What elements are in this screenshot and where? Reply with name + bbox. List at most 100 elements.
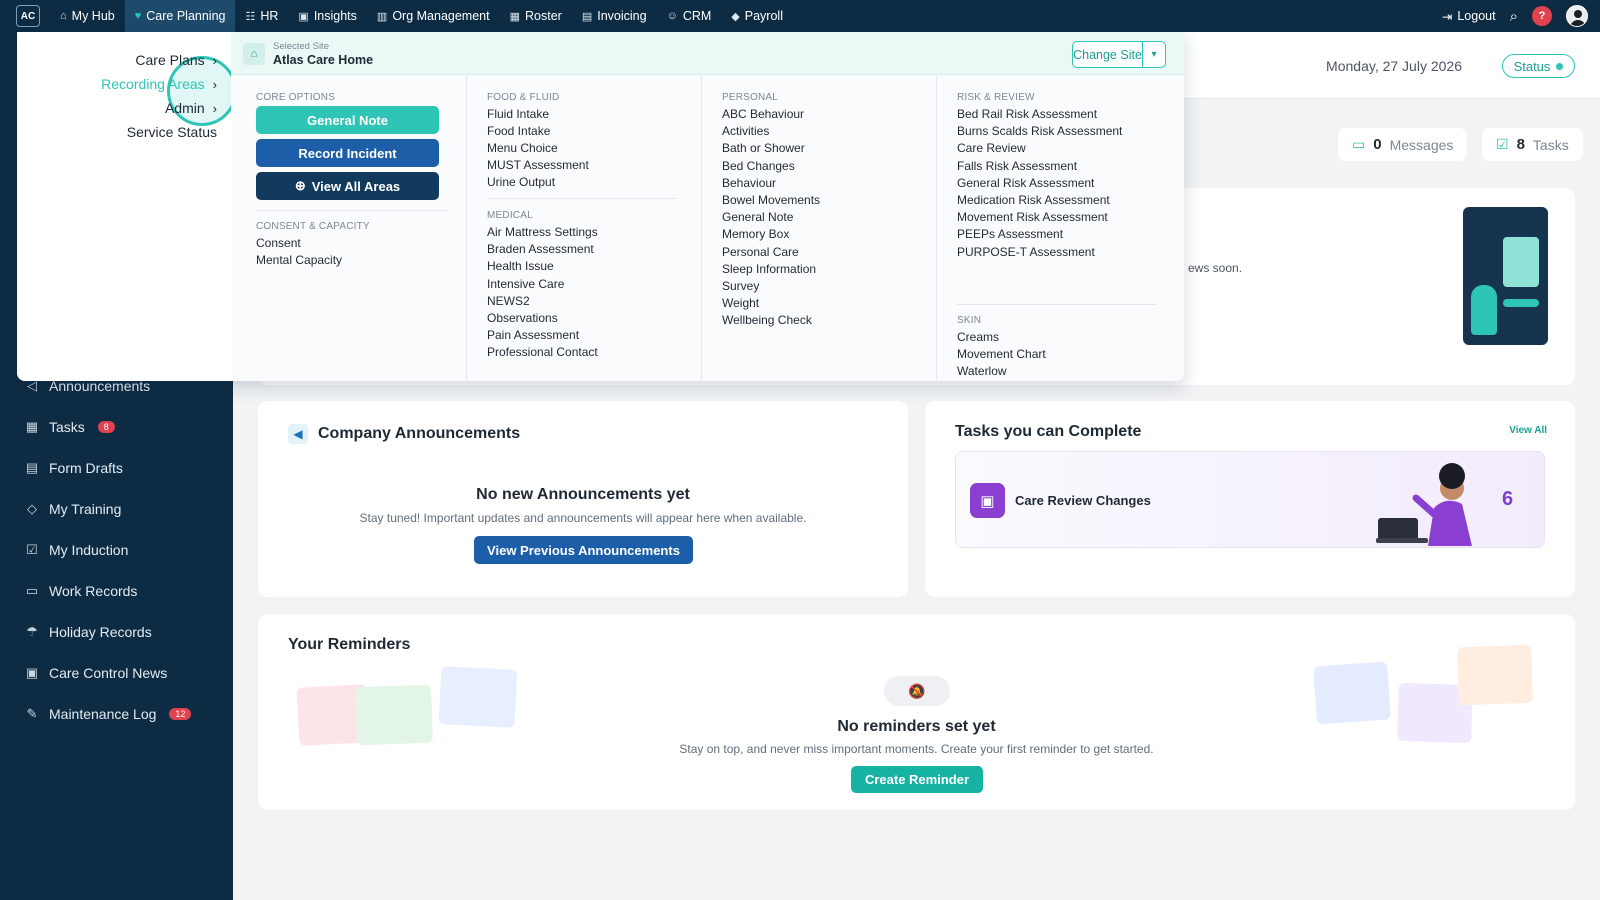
nav-item-hr[interactable]: ☷ HR: [235, 0, 288, 32]
menu-link-bowel-movements[interactable]: Bowel Movements: [722, 193, 820, 207]
menu-link-wellbeing-check[interactable]: Wellbeing Check: [722, 313, 812, 327]
tasks-chip[interactable]: ☑ 8 Tasks: [1482, 128, 1583, 161]
menu-link-weight[interactable]: Weight: [722, 296, 759, 310]
menu-link-sleep-information[interactable]: Sleep Information: [722, 262, 816, 276]
menu-link-pain-assessment[interactable]: Pain Assessment: [487, 328, 579, 342]
nav-item-care-planning[interactable]: ♥ Care Planning: [124, 0, 236, 32]
building-icon: ▥: [376, 10, 388, 23]
menu-link-movement-chart[interactable]: Movement Chart: [957, 347, 1046, 361]
menu-link-consent[interactable]: Consent: [256, 236, 301, 250]
menu-link-creams[interactable]: Creams: [957, 330, 999, 344]
nav-item-invoicing[interactable]: ▤ Invoicing: [572, 0, 657, 32]
megaphone-icon: ◀: [288, 424, 308, 444]
menu-link-bath-or-shower[interactable]: Bath or Shower: [722, 141, 805, 155]
menu-link-medication-risk-assessment[interactable]: Medication Risk Assessment: [957, 193, 1110, 207]
menu-link-air-mattress-settings[interactable]: Air Mattress Settings: [487, 225, 598, 239]
divider: [487, 198, 677, 199]
change-site-button[interactable]: Change Site ▾: [1072, 41, 1166, 68]
company-logo[interactable]: AC: [16, 5, 40, 27]
current-date: Monday, 27 July 2026: [1326, 58, 1462, 74]
menu-link-fluid-intake[interactable]: Fluid Intake: [487, 107, 549, 121]
menu-link-waterlow[interactable]: Waterlow: [957, 364, 1007, 378]
search-icon[interactable]: ⌕: [1510, 8, 1518, 25]
sidebar-item-label: My Induction: [49, 542, 129, 558]
home-icon: ⌂: [60, 10, 67, 22]
chevron-down-icon[interactable]: ▾: [1143, 42, 1165, 67]
general-note-button[interactable]: General Note: [256, 106, 439, 134]
newspaper-icon: ▣: [25, 665, 39, 680]
nav-item-payroll[interactable]: ◆ Payroll: [721, 0, 793, 32]
menu-link-intensive-care[interactable]: Intensive Care: [487, 277, 564, 291]
sidebar-item-care-control-news[interactable]: ▣ Care Control News: [24, 665, 167, 681]
nav-item-label: Care Planning: [146, 9, 226, 23]
nav-item-my-hub[interactable]: ⌂ My Hub: [50, 0, 125, 32]
view-all-link[interactable]: View All: [1509, 425, 1547, 436]
menu-link-professional-contact[interactable]: Professional Contact: [487, 345, 598, 359]
chevron-right-icon: ›: [212, 52, 217, 68]
menu-category-recording-areas[interactable]: Recording Areas ›: [101, 76, 217, 92]
menu-link-general-risk-assessment[interactable]: General Risk Assessment: [957, 176, 1094, 190]
nav-item-label: My Hub: [71, 9, 115, 23]
task-check-icon: ☑: [1496, 136, 1509, 152]
sidebar-item-form-drafts[interactable]: ▤ Form Drafts: [24, 460, 123, 476]
sidebar-item-label: Holiday Records: [49, 624, 152, 640]
nav-item-roster[interactable]: ▦ Roster: [500, 0, 572, 32]
menu-link-memory-box[interactable]: Memory Box: [722, 227, 789, 241]
menu-category-service-status[interactable]: Service Status: [127, 124, 217, 140]
menu-link-abc-behaviour[interactable]: ABC Behaviour: [722, 107, 804, 121]
messages-chip[interactable]: ▭ 0 Messages: [1338, 128, 1468, 161]
menu-link-bed-rail-risk-assessment[interactable]: Bed Rail Risk Assessment: [957, 107, 1097, 121]
menu-link-urine-output[interactable]: Urine Output: [487, 175, 555, 189]
menu-category-care-plans[interactable]: Care Plans ›: [135, 52, 217, 68]
sidebar-item-work-records[interactable]: ▭ Work Records: [24, 583, 138, 599]
menu-link-mental-capacity[interactable]: Mental Capacity: [256, 253, 342, 267]
change-site-label[interactable]: Change Site: [1073, 42, 1143, 67]
nav-item-insights[interactable]: ▣ Insights: [288, 0, 367, 32]
nav-item-org-management[interactable]: ▥ Org Management: [367, 0, 500, 32]
divider: [957, 304, 1157, 305]
task-tile-care-review[interactable]: ▣ Care Review Changes 6: [955, 451, 1545, 548]
menu-category-admin[interactable]: Admin ›: [165, 100, 217, 116]
plus-circle-icon: ⊕: [294, 178, 306, 193]
menu-link-personal-care[interactable]: Personal Care: [722, 245, 799, 259]
sidebar-item-maintenance-log[interactable]: ✎ Maintenance Log 12: [24, 706, 192, 722]
menu-link-must-assessment[interactable]: MUST Assessment: [487, 158, 589, 172]
menu-link-behaviour[interactable]: Behaviour: [722, 176, 776, 190]
logout-button[interactable]: ⇥ Logout: [1442, 9, 1496, 24]
menu-link-health-issue[interactable]: Health Issue: [487, 259, 554, 273]
status-dot-icon: [1556, 62, 1564, 70]
sidebar-item-holiday-records[interactable]: ☂ Holiday Records: [24, 624, 152, 640]
mega-menu-categories: Care Plans › Recording Areas › Admin › Service…: [17, 32, 237, 381]
chevron-right-icon: ›: [212, 100, 217, 116]
sidebar-item-my-training[interactable]: ◇ My Training: [24, 501, 121, 517]
menu-link-movement-risk-assessment[interactable]: Movement Risk Assessment: [957, 210, 1108, 224]
create-reminder-button[interactable]: Create Reminder: [851, 766, 983, 793]
help-icon[interactable]: ?: [1532, 6, 1552, 26]
message-icon: ▭: [1352, 136, 1366, 152]
tasks-count: 8: [1516, 136, 1525, 153]
nav-menu: ⌂ My Hub ♥ Care Planning ☷ HR ▣ Insights ▥ Org Ma…: [50, 0, 793, 32]
view-all-areas-button[interactable]: ⊕ View All Areas: [256, 172, 439, 200]
menu-link-purpose-t-assessment[interactable]: PURPOSE-T Assessment: [957, 245, 1095, 259]
view-previous-announcements-button[interactable]: View Previous Announcements: [474, 536, 693, 564]
menu-link-care-review[interactable]: Care Review: [957, 141, 1026, 155]
sidebar-item-tasks[interactable]: ▦ Tasks 8: [24, 419, 115, 435]
menu-link-menu-choice[interactable]: Menu Choice: [487, 141, 558, 155]
status-button[interactable]: Status: [1502, 54, 1575, 78]
user-avatar[interactable]: [1566, 5, 1588, 27]
menu-link-food-intake[interactable]: Food Intake: [487, 124, 550, 138]
menu-link-observations[interactable]: Observations: [487, 311, 558, 325]
sidebar-item-label: Care Control News: [49, 665, 168, 681]
sidebar-item-my-induction[interactable]: ☑ My Induction: [24, 542, 128, 558]
menu-link-braden-assessment[interactable]: Braden Assessment: [487, 242, 594, 256]
record-incident-button[interactable]: Record Incident: [256, 139, 439, 167]
menu-link-survey[interactable]: Survey: [722, 279, 759, 293]
menu-link-news2[interactable]: NEWS2: [487, 294, 530, 308]
nav-item-crm[interactable]: ☺ CRM: [657, 0, 722, 32]
menu-link-general-note[interactable]: General Note: [722, 210, 793, 224]
menu-link-bed-changes[interactable]: Bed Changes: [722, 159, 795, 173]
menu-link-falls-risk-assessment[interactable]: Falls Risk Assessment: [957, 159, 1077, 173]
menu-link-burns-scalds-risk-assessment[interactable]: Burns Scalds Risk Assessment: [957, 124, 1122, 138]
menu-link-peeps-assessment[interactable]: PEEPs Assessment: [957, 227, 1063, 241]
menu-link-activities[interactable]: Activities: [722, 124, 769, 138]
